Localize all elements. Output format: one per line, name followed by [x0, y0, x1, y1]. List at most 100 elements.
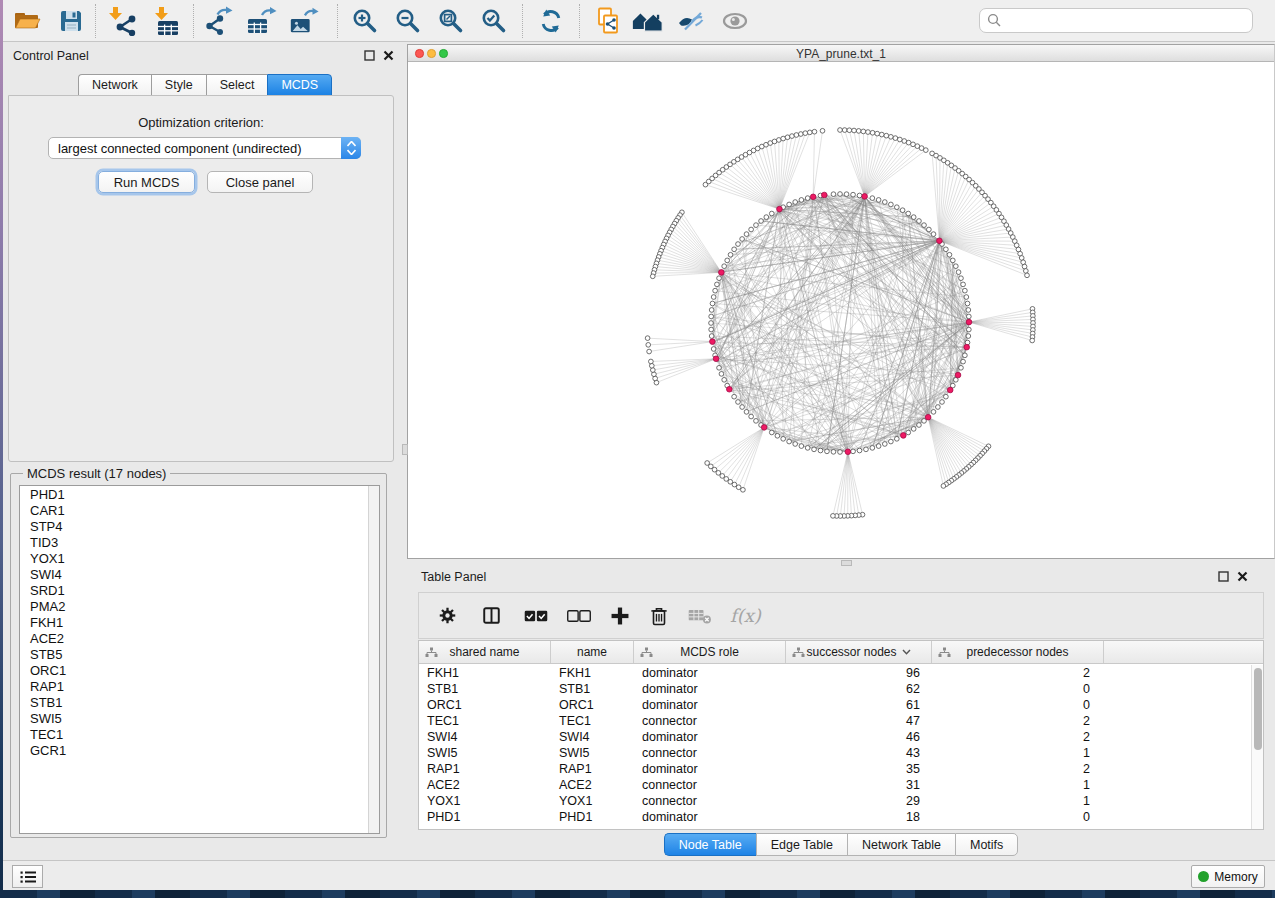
- graph-node[interactable]: [961, 359, 966, 364]
- table-tab-motifs[interactable]: Motifs: [955, 833, 1018, 856]
- graph-node[interactable]: [728, 252, 733, 257]
- graph-node[interactable]: [787, 202, 792, 207]
- float-window-button[interactable]: [1218, 571, 1229, 582]
- graph-node[interactable]: [717, 276, 722, 281]
- graph-hub-node[interactable]: [901, 433, 907, 439]
- graph-fan-node[interactable]: [650, 274, 655, 279]
- mcds-result-item[interactable]: STB1: [20, 695, 379, 711]
- graph-node[interactable]: [889, 439, 894, 444]
- cell-shared-name[interactable]: TEC1: [419, 713, 551, 729]
- graph-node[interactable]: [944, 247, 949, 252]
- graph-node[interactable]: [894, 205, 899, 210]
- add-column-icon[interactable]: [609, 605, 631, 627]
- graph-hub-node[interactable]: [947, 387, 953, 393]
- graph-fan-node[interactable]: [884, 133, 889, 138]
- table-row[interactable]: STB1STB1dominator620: [419, 681, 1263, 697]
- cell-mcds-role[interactable]: dominator: [634, 761, 786, 777]
- graph-node[interactable]: [889, 202, 894, 207]
- graph-fan-node[interactable]: [870, 130, 875, 135]
- graph-node[interactable]: [732, 247, 737, 252]
- mcds-result-item[interactable]: TEC1: [20, 727, 379, 743]
- graph-hub-node[interactable]: [955, 372, 961, 378]
- network-canvas[interactable]: [408, 63, 1274, 558]
- graph-fan-node[interactable]: [923, 148, 928, 153]
- graph-hub-node[interactable]: [810, 194, 816, 200]
- graph-fan-node[interactable]: [803, 131, 808, 136]
- control-tab-select[interactable]: Select: [206, 74, 268, 96]
- graph-node[interactable]: [965, 301, 970, 306]
- cell-name[interactable]: PHD1: [551, 809, 634, 825]
- close-panel-button[interactable]: [383, 50, 394, 61]
- graph-node[interactable]: [740, 237, 745, 242]
- table-row[interactable]: PHD1PHD1dominator180: [419, 809, 1263, 825]
- show-all-button[interactable]: [719, 6, 751, 36]
- cell-successor-nodes[interactable]: 18: [786, 809, 932, 825]
- graph-fan-node[interactable]: [889, 134, 894, 139]
- graph-node[interactable]: [917, 219, 922, 224]
- cell-successor-nodes[interactable]: 61: [786, 697, 932, 713]
- graph-node[interactable]: [709, 314, 714, 319]
- graph-node[interactable]: [793, 200, 798, 205]
- table-row[interactable]: SWI5SWI5connector431: [419, 745, 1263, 761]
- open-file-button[interactable]: [11, 6, 43, 36]
- graph-node[interactable]: [709, 327, 714, 332]
- cell-successor-nodes[interactable]: 47: [786, 713, 932, 729]
- close-panel-button[interactable]: Close panel: [207, 171, 313, 193]
- graph-fan-node[interactable]: [1025, 273, 1030, 278]
- graph-node[interactable]: [711, 347, 716, 352]
- graph-node[interactable]: [759, 219, 764, 224]
- deselect-all-columns-icon[interactable]: [566, 607, 592, 625]
- graph-hub-node[interactable]: [727, 386, 733, 392]
- graph-node[interactable]: [812, 447, 817, 452]
- graph-node[interactable]: [725, 258, 730, 263]
- graph-fan-node[interactable]: [893, 136, 898, 141]
- graph-node[interactable]: [709, 334, 714, 339]
- graph-hub-node[interactable]: [719, 270, 725, 276]
- graph-node[interactable]: [944, 394, 949, 399]
- graph-node[interactable]: [709, 321, 714, 326]
- graph-node[interactable]: [956, 270, 961, 275]
- cell-shared-name[interactable]: RAP1: [419, 761, 551, 777]
- graph-fan-node[interactable]: [1023, 269, 1028, 274]
- graph-node[interactable]: [715, 282, 720, 287]
- mcds-result-item[interactable]: STB5: [20, 647, 379, 663]
- cell-mcds-role[interactable]: connector: [634, 745, 786, 761]
- graph-node[interactable]: [754, 419, 759, 424]
- graph-node[interactable]: [709, 308, 714, 313]
- graph-node[interactable]: [736, 242, 741, 247]
- control-tab-style[interactable]: Style: [151, 74, 206, 96]
- refresh-view-button[interactable]: [535, 6, 567, 36]
- cell-shared-name[interactable]: PHD1: [419, 809, 551, 825]
- graph-fan-node[interactable]: [879, 132, 884, 137]
- table-row[interactable]: SWI4SWI4dominator462: [419, 729, 1263, 745]
- graph-hub-node[interactable]: [710, 339, 716, 345]
- graph-node[interactable]: [740, 405, 745, 410]
- table-row[interactable]: ORC1ORC1dominator610: [419, 697, 1263, 713]
- graph-node[interactable]: [717, 365, 722, 370]
- graph-node[interactable]: [838, 450, 843, 455]
- graph-node[interactable]: [911, 427, 916, 432]
- graph-node[interactable]: [764, 215, 769, 220]
- graph-fan-node[interactable]: [647, 349, 652, 354]
- cell-successor-nodes[interactable]: 35: [786, 761, 932, 777]
- graph-node[interactable]: [953, 264, 958, 269]
- graph-fan-node[interactable]: [790, 134, 795, 139]
- graph-node[interactable]: [966, 334, 971, 339]
- graph-node[interactable]: [911, 215, 916, 220]
- graph-node[interactable]: [857, 448, 862, 453]
- graph-node[interactable]: [844, 192, 849, 197]
- graph-node[interactable]: [959, 276, 964, 281]
- run-mcds-button[interactable]: Run MCDS: [98, 171, 195, 193]
- delete-column-icon[interactable]: [648, 605, 670, 627]
- graph-hub-node[interactable]: [862, 194, 868, 200]
- table-tab-edge-table[interactable]: Edge Table: [756, 833, 847, 856]
- save-session-button[interactable]: [55, 6, 87, 36]
- graph-node[interactable]: [940, 400, 945, 405]
- float-window-button[interactable]: [364, 50, 375, 61]
- graph-node[interactable]: [900, 208, 905, 213]
- mcds-result-item[interactable]: FKH1: [20, 615, 379, 631]
- cell-successor-nodes[interactable]: 62: [786, 681, 932, 697]
- cell-mcds-role[interactable]: dominator: [634, 809, 786, 825]
- export-network-button[interactable]: [204, 6, 236, 36]
- cell-predecessor-nodes[interactable]: 1: [932, 793, 1104, 809]
